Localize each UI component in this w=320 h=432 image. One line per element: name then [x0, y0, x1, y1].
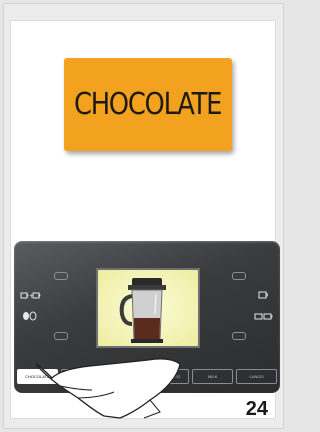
page-number: 24: [245, 398, 268, 420]
pointing-hand-icon: [35, 358, 181, 419]
